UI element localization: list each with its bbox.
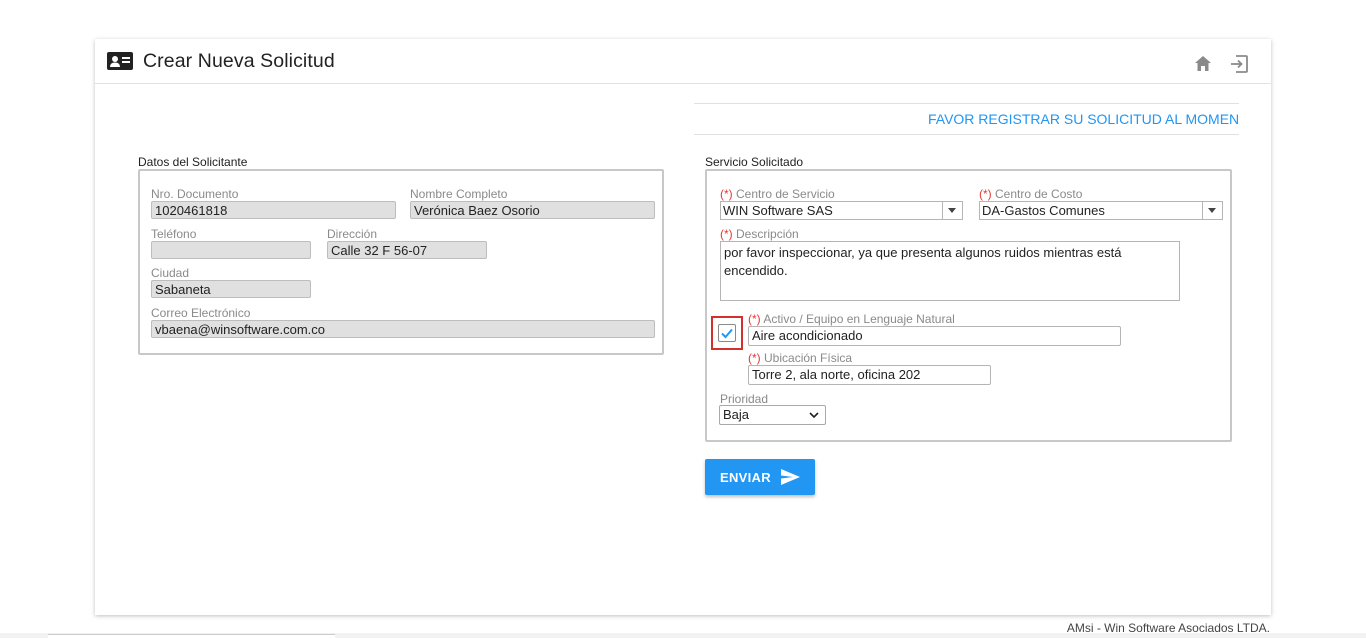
required-mark: (*)	[748, 312, 761, 326]
exit-icon[interactable]	[1230, 55, 1248, 73]
required-mark: (*)	[720, 187, 733, 201]
centro-servicio-label: (*) Centro de Servicio	[720, 187, 835, 201]
send-button-label: ENVIAR	[720, 470, 771, 485]
correo-label: Correo Electrónico	[151, 306, 251, 320]
nombre-field: Verónica Baez Osorio	[410, 201, 655, 219]
required-mark: (*)	[748, 351, 761, 365]
centro-costo-select[interactable]: DA-Gastos Comunes	[979, 201, 1223, 220]
request-card: Crear Nueva Solicitud FAVOR REGISTRAR SU…	[95, 39, 1271, 615]
centro-servicio-select[interactable]: WIN Software SAS	[720, 201, 963, 220]
activo-label: (*) Activo / Equipo en Lenguaje Natural	[748, 312, 955, 326]
documento-label: Nro. Documento	[151, 187, 239, 201]
direccion-label: Dirección	[327, 227, 378, 241]
ubicacion-input[interactable]: Torre 2, ala norte, oficina 202	[748, 365, 991, 385]
notice-banner: FAVOR REGISTRAR SU SOLICITUD AL MOMENTO …	[694, 103, 1239, 135]
card-header: Crear Nueva Solicitud	[95, 39, 1271, 84]
footer-text: AMsi - Win Software Asociados LTDA.	[1066, 621, 1270, 635]
home-icon[interactable]	[1194, 55, 1212, 72]
descripcion-label: (*) Descripción	[720, 227, 799, 241]
required-mark: (*)	[720, 227, 733, 241]
correo-field: vbaena@winsoftware.com.co	[151, 320, 655, 338]
chevron-down-icon	[942, 202, 962, 219]
ciudad-field: Sabaneta	[151, 280, 311, 298]
solicitante-legend: Datos del Solicitante	[138, 155, 248, 169]
chevron-down-icon	[1202, 202, 1222, 219]
servicio-legend: Servicio Solicitado	[705, 155, 804, 169]
activo-label-text: Activo / Equipo en Lenguaje Natural	[763, 312, 955, 326]
activo-checkbox[interactable]	[718, 324, 736, 342]
chevron-down-icon	[809, 412, 819, 419]
servicio-fieldset: (*) Centro de Servicio WIN Software SAS …	[705, 169, 1232, 442]
activo-input[interactable]: Aire acondicionado	[748, 326, 1121, 346]
direccion-field: Calle 32 F 56-07	[327, 241, 487, 259]
solicitante-fieldset: Nro. Documento 1020461818 Nombre Complet…	[138, 169, 664, 355]
ubicacion-label-text: Ubicación Física	[764, 351, 853, 365]
descripcion-label-text: Descripción	[736, 227, 799, 241]
page-title: Crear Nueva Solicitud	[143, 50, 335, 72]
prioridad-select[interactable]: Baja	[719, 405, 826, 425]
descripcion-textarea[interactable]: por favor inspeccionar, ya que presenta …	[720, 241, 1180, 301]
ubicacion-label: (*) Ubicación Física	[748, 351, 852, 365]
prioridad-value: Baja	[723, 407, 750, 422]
centro-costo-label-text: Centro de Costo	[995, 187, 1083, 201]
prioridad-label: Prioridad	[720, 392, 769, 406]
nombre-label: Nombre Completo	[410, 187, 508, 201]
id-card-icon	[107, 52, 133, 70]
bottom-tab	[48, 634, 335, 638]
centro-costo-value: DA-Gastos Comunes	[982, 203, 1105, 218]
telefono-field	[151, 241, 311, 259]
send-button[interactable]: ENVIAR	[705, 459, 815, 495]
telefono-label: Teléfono	[151, 227, 197, 241]
required-mark: (*)	[979, 187, 992, 201]
send-icon	[781, 469, 800, 485]
centro-servicio-value: WIN Software SAS	[723, 203, 833, 218]
centro-costo-label: (*) Centro de Costo	[979, 187, 1082, 201]
check-icon	[721, 328, 733, 339]
notice-text: FAVOR REGISTRAR SU SOLICITUD AL MOMENTO …	[928, 111, 1239, 127]
ciudad-label: Ciudad	[151, 266, 190, 280]
documento-field: 1020461818	[151, 201, 396, 219]
centro-servicio-label-text: Centro de Servicio	[736, 187, 835, 201]
